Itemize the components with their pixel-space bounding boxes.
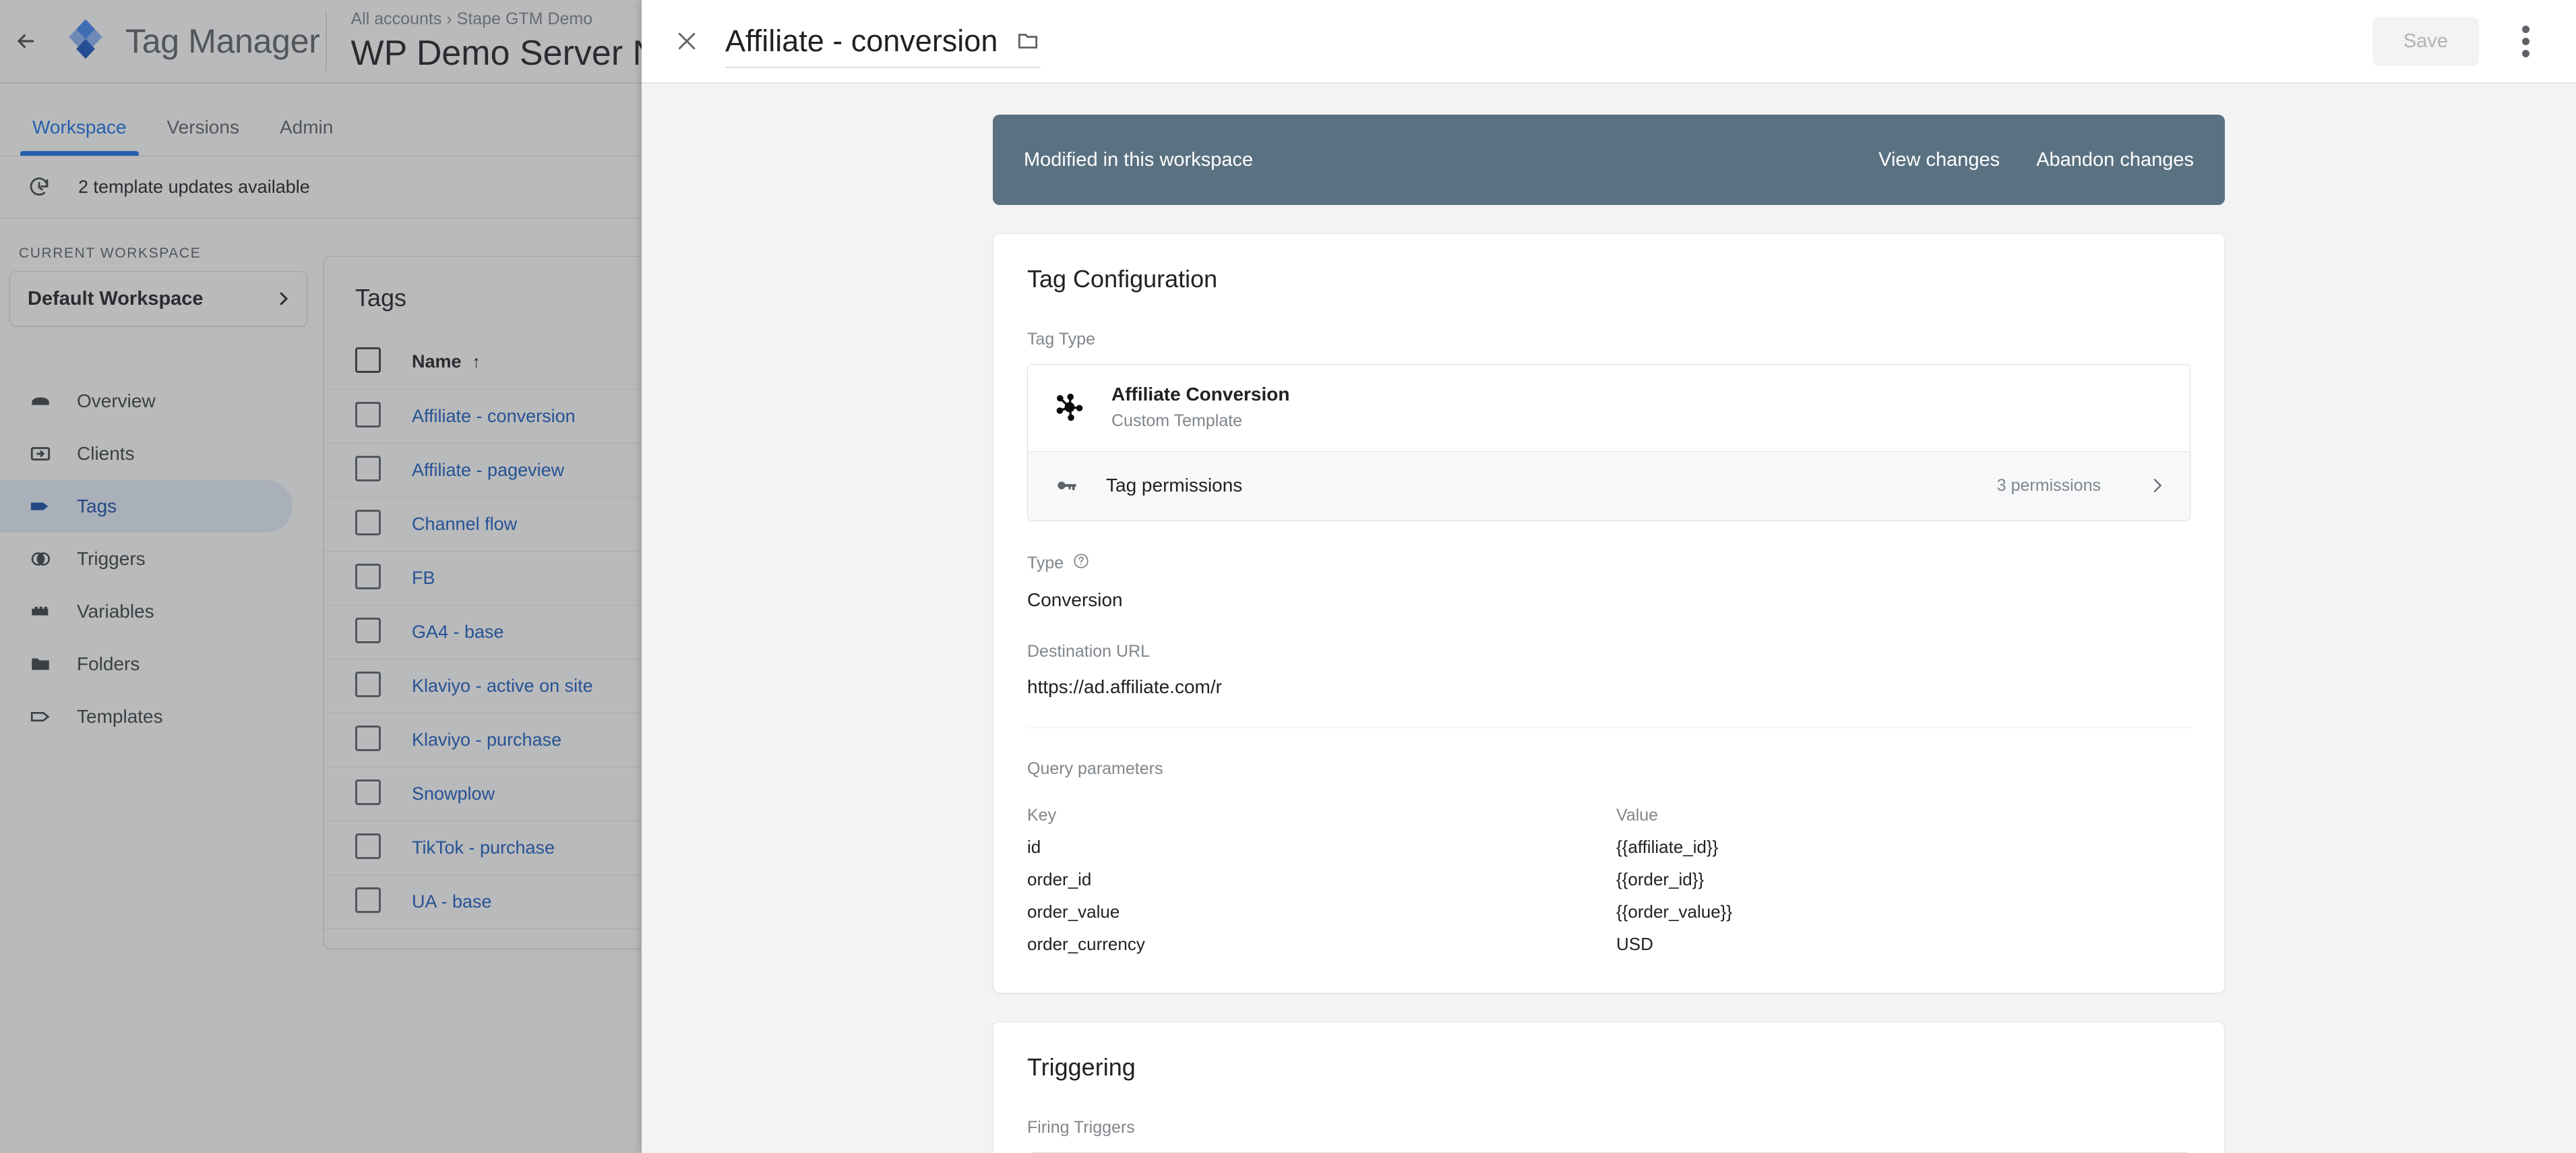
query-parameters-header: Key Value — [1027, 806, 2190, 825]
type-label-text: Type — [1027, 554, 1064, 572]
triggering-card: Triggering Firing Triggers GA4 - — [993, 1022, 2225, 1153]
tag-type-name: Affiliate Conversion — [1111, 384, 1290, 405]
qp-key: order_id — [1027, 868, 1092, 889]
more-vert-icon[interactable] — [2505, 20, 2546, 62]
close-icon[interactable] — [666, 20, 708, 62]
tag-detail-dialog: Affiliate - conversion Save Modified in … — [642, 0, 2576, 1153]
query-parameter-row[interactable]: id {{affiliate_id}} — [1027, 831, 2190, 863]
query-parameters-label-text: Query parameters — [1027, 759, 1163, 778]
banner-text: Modified in this workspace — [1024, 148, 1254, 171]
type-value: Conversion — [1027, 589, 1123, 610]
folder-icon[interactable] — [1015, 28, 1041, 54]
firing-triggers-label-text: Firing Triggers — [1027, 1118, 1135, 1137]
query-parameters-label: Query parameters — [1027, 759, 2190, 779]
type-label: Type — [1027, 552, 2190, 574]
network-hub-icon — [1051, 388, 1088, 426]
qp-value: {{order_value}} — [1616, 901, 1733, 922]
abandon-changes-button[interactable]: Abandon changes — [2036, 149, 2194, 171]
type-field-block: Type Conversion — [1027, 552, 2190, 611]
destination-url-block: Destination URL https://ad.affiliate.com… — [1027, 642, 2190, 698]
query-parameter-row[interactable]: order_currency USD — [1027, 928, 2190, 960]
qp-value: {{affiliate_id}} — [1616, 836, 1719, 857]
qp-header-key: Key — [1027, 806, 1057, 825]
tag-type-selector[interactable]: Affiliate Conversion Custom Template — [1028, 365, 2190, 451]
view-changes-button[interactable]: View changes — [1878, 149, 2000, 171]
tag-type-box: Affiliate Conversion Custom Template Tag… — [1027, 364, 2190, 521]
tag-permissions-row[interactable]: Tag permissions 3 permissions — [1028, 451, 2190, 521]
modified-workspace-banner: Modified in this workspace View changes … — [993, 115, 2225, 205]
tag-type-text-group: Affiliate Conversion Custom Template — [1111, 384, 1289, 431]
tag-configuration-title: Tag Configuration — [1027, 265, 1218, 293]
tag-configuration-card: Tag Configuration Tag Type Affiliate Con… — [993, 233, 2225, 993]
dialog-title[interactable]: Affiliate - conversion — [725, 24, 998, 59]
tag-permissions-label: Tag permissions — [1106, 475, 1243, 496]
qp-header-value: Value — [1616, 806, 1659, 825]
query-parameters-block: Query parameters Key Value id {{affiliat… — [1027, 759, 2190, 960]
dialog-body: Modified in this workspace View changes … — [642, 84, 2576, 1153]
qp-key: order_currency — [1027, 933, 1145, 954]
destination-url-label-text: Destination URL — [1027, 642, 1151, 661]
qp-key: order_value — [1027, 901, 1120, 922]
firing-triggers-label: Firing Triggers — [1027, 1118, 2190, 1137]
tag-type-label-text: Tag Type — [1027, 330, 1096, 349]
destination-url-value: https://ad.affiliate.com/r — [1027, 676, 1222, 697]
kebab-dot — [2521, 25, 2529, 33]
kebab-dot — [2521, 37, 2529, 45]
tag-type-label: Tag Type — [1027, 330, 2190, 349]
tag-permissions-count: 3 permissions — [1996, 475, 2101, 495]
query-parameter-row[interactable]: order_id {{order_id}} — [1027, 863, 2190, 895]
help-circle-icon[interactable] — [1072, 552, 1090, 574]
qp-value: USD — [1616, 933, 1653, 954]
chevron-right-icon[interactable] — [2147, 475, 2167, 496]
kebab-dot — [2521, 49, 2529, 57]
destination-url-label: Destination URL — [1027, 642, 2190, 661]
save-button[interactable]: Save — [2372, 16, 2479, 66]
triggering-title: Triggering — [1027, 1053, 1136, 1081]
qp-key: id — [1027, 836, 1041, 857]
tag-type-subtitle: Custom Template — [1111, 411, 1243, 430]
dialog-content: Modified in this workspace View changes … — [993, 115, 2225, 1153]
qp-value: {{order_id}} — [1616, 868, 1705, 889]
dialog-header: Affiliate - conversion Save — [642, 0, 2576, 84]
key-icon — [1051, 469, 1083, 502]
query-parameter-row[interactable]: order_value {{order_value}} — [1027, 895, 2190, 928]
tag-name-field[interactable]: Affiliate - conversion — [725, 24, 1041, 68]
